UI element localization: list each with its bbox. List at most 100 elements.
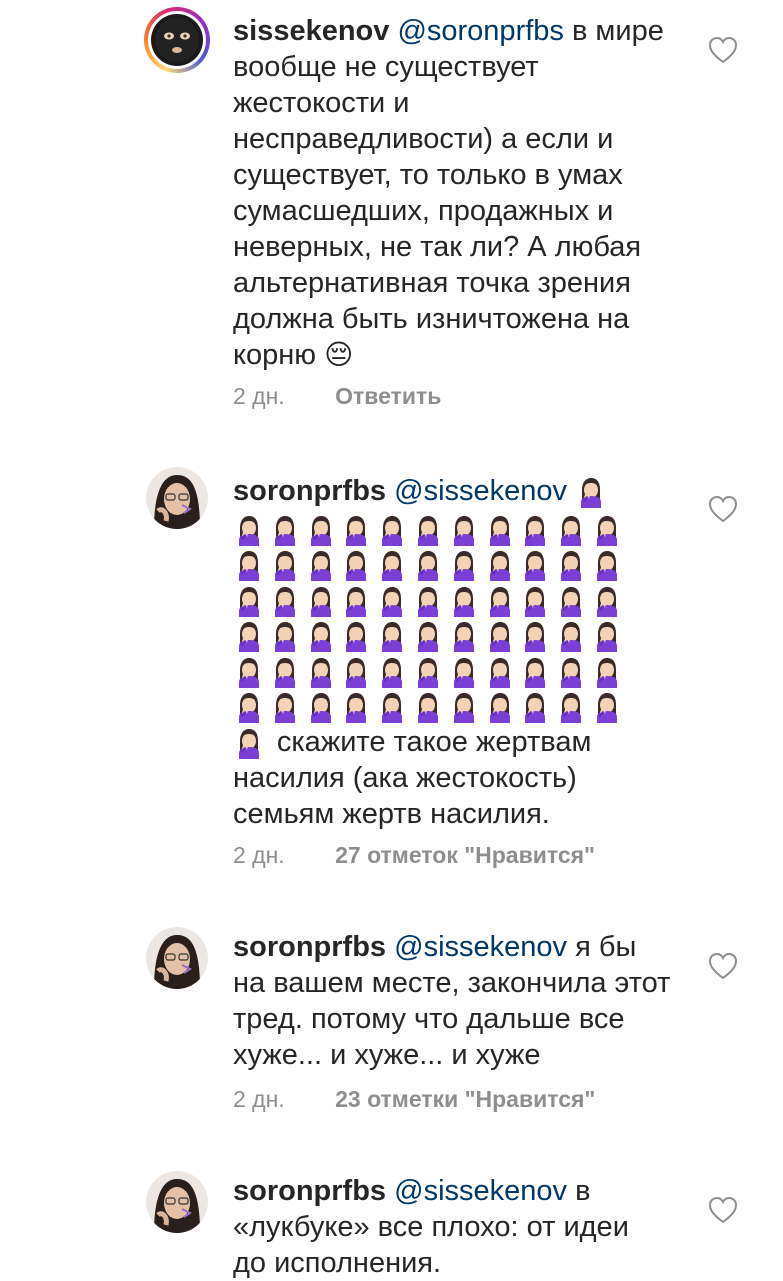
woman-facepalming-emoji [519,656,551,688]
facepalm-emoji-row [233,582,653,618]
woman-facepalming-emoji [555,514,587,546]
woman-facepalming-emoji [591,514,623,546]
woman-facepalming-emoji [376,691,408,724]
heart-outline-icon[interactable] [708,36,738,64]
woman-facepalming-emoji [233,727,265,760]
woman-facepalming-emoji [575,476,607,509]
avatar-soronprfbs[interactable] [146,927,208,989]
woman-facepalming-emoji [305,656,337,688]
woman-facepalming-emoji [233,691,265,724]
woman-facepalming-emoji [591,691,623,724]
facepalm-emoji-row [233,653,653,689]
avatar-woman-image [146,1171,208,1233]
woman-facepalming-emoji [233,620,265,653]
woman-facepalming-emoji [305,549,337,582]
woman-facepalming-emoji [376,514,408,546]
avatar-woman-image [146,927,208,989]
woman-facepalming-emoji [555,691,587,724]
woman-facepalming-emoji [412,549,444,582]
woman-facepalming-emoji [448,691,480,724]
woman-facepalming-emoji [519,691,551,724]
woman-facepalming-emoji [269,620,301,653]
comment-username[interactable]: sissekenov [233,15,389,47]
woman-facepalming-emoji [340,514,372,546]
woman-facepalming-emoji [519,585,551,617]
avatar-sissekenov[interactable] [144,7,210,73]
woman-facepalming-emoji [340,585,372,617]
woman-facepalming-emoji [305,691,337,724]
avatar-balaclava-image [151,14,203,66]
facepalm-emoji-row [233,689,653,725]
heart-outline-icon[interactable] [708,952,738,980]
heart-outline-icon[interactable] [708,495,738,523]
facepalm-emoji-row [233,547,653,583]
woman-facepalming-emoji [269,656,301,688]
woman-facepalming-emoji [305,514,337,546]
comment-2-meta: 2 дн. 27 отметок "Нравится" [233,842,595,869]
woman-facepalming-emoji [340,691,372,724]
woman-facepalming-emoji [376,549,408,582]
comment-text: в мире вообще не существует жестокости и… [233,15,664,371]
comment-1-body: sissekenov @soronprfbs в мире вообще не … [233,13,673,373]
likes-count[interactable]: 23 отметки "Нравится" [335,1086,595,1112]
woman-facepalming-emoji [484,691,516,724]
facepalm-emoji-row [233,618,653,654]
comment-mention[interactable]: @soronprfbs [397,15,563,47]
woman-facepalming-emoji [412,585,444,617]
pensive-emoji: 😔 [324,339,354,370]
woman-facepalming-emoji [376,656,408,688]
avatar-woman-image [146,467,208,529]
woman-facepalming-emoji [484,620,516,653]
woman-facepalming-emoji [484,656,516,688]
comment-3-body: soronprfbs @sissekenov я бы на вашем мес… [233,929,673,1073]
comment-username[interactable]: soronprfbs [233,475,386,507]
woman-facepalming-emoji [340,656,372,688]
facepalm-emoji-grid [233,511,653,724]
comment-username[interactable]: soronprfbs [233,931,386,963]
woman-facepalming-emoji [555,620,587,653]
woman-facepalming-emoji [484,549,516,582]
woman-facepalming-emoji [519,549,551,582]
woman-facepalming-emoji [484,585,516,617]
woman-facepalming-emoji [591,620,623,653]
comment-mention[interactable]: @sissekenov [394,931,567,963]
woman-facepalming-emoji [340,620,372,653]
woman-facepalming-emoji [555,585,587,617]
woman-facepalming-emoji [412,620,444,653]
comment-2-body: soronprfbs @sissekenov скажите такое жер… [233,473,653,832]
reply-button[interactable]: Ответить [335,383,441,409]
woman-facepalming-emoji [484,514,516,546]
woman-facepalming-emoji [305,620,337,653]
woman-facepalming-emoji [412,656,444,688]
woman-facepalming-emoji [555,656,587,688]
comment-age: 2 дн. [233,1086,285,1112]
woman-facepalming-emoji [448,549,480,582]
comment-3-meta: 2 дн. 23 отметки "Нравится" [233,1086,595,1113]
comment-age: 2 дн. [233,383,285,409]
woman-facepalming-emoji [448,656,480,688]
comment-mention[interactable]: @sissekenov [394,1175,567,1207]
comment-mention[interactable]: @sissekenov [394,475,567,507]
woman-facepalming-emoji [448,585,480,617]
likes-count[interactable]: 27 отметок "Нравится" [335,842,595,868]
woman-facepalming-emoji [376,620,408,653]
woman-facepalming-emoji [519,620,551,653]
woman-facepalming-emoji [340,549,372,582]
woman-facepalming-emoji [269,585,301,617]
woman-facepalming-emoji [448,514,480,546]
comment-1-meta: 2 дн. Ответить [233,383,441,410]
woman-facepalming-emoji [269,691,301,724]
woman-facepalming-emoji [591,656,623,688]
heart-outline-icon[interactable] [708,1196,738,1224]
comment-4-body: soronprfbs @sissekenov в «лукбуке» все п… [233,1173,653,1281]
woman-facepalming-emoji [591,585,623,617]
woman-facepalming-emoji [412,691,444,724]
comment-username[interactable]: soronprfbs [233,1175,386,1207]
woman-facepalming-emoji [233,549,265,582]
woman-facepalming-emoji [233,585,265,617]
woman-facepalming-emoji [233,514,265,546]
comment-age: 2 дн. [233,842,285,868]
woman-facepalming-emoji [305,585,337,617]
avatar-soronprfbs[interactable] [146,467,208,529]
avatar-soronprfbs[interactable] [146,1171,208,1233]
